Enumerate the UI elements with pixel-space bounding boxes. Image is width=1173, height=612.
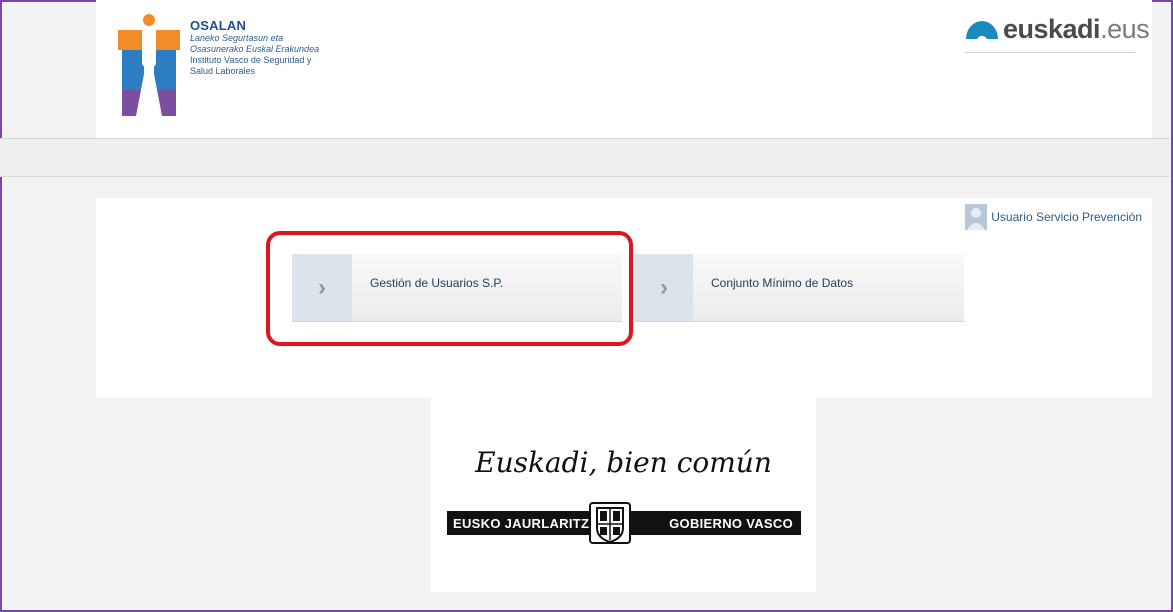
gobierno-vasco-banner: Euskadi, bien común EUSKO JAURLARITZA GO… xyxy=(431,398,816,592)
user-name: Usuario Servicio Prevención xyxy=(991,210,1142,224)
tile-arrow-box: › xyxy=(635,254,693,321)
menu-tile-conjunto-minimo-datos[interactable]: › Conjunto Mínimo de Datos xyxy=(635,254,964,322)
logo-title: OSALAN xyxy=(190,18,247,33)
logo-line: Salud Laborales xyxy=(190,66,256,76)
logo-line: Instituto Vasco de Seguridad y xyxy=(190,55,312,65)
coat-of-arms-icon xyxy=(589,502,631,544)
osalan-mark-icon xyxy=(118,14,180,116)
user-avatar-icon xyxy=(965,204,988,230)
euskadi-wordmark-suffix: .eus xyxy=(1100,14,1150,44)
osalan-logo[interactable]: OSALAN Laneko Segurtasun eta Osasunerako… xyxy=(118,14,348,124)
site-header: OSALAN Laneko Segurtasun eta Osasunerako… xyxy=(96,0,1152,138)
highlight-annotation xyxy=(266,231,633,346)
euskadi-arc-icon xyxy=(966,21,998,39)
menu-tile-label: Conjunto Mínimo de Datos xyxy=(711,276,854,290)
osalan-logo-text: OSALAN Laneko Segurtasun eta Osasunerako… xyxy=(190,18,319,77)
gov-name-spanish: GOBIERNO VASCO xyxy=(669,516,793,531)
chevron-right-icon: › xyxy=(660,273,668,301)
user-menu[interactable]: Usuario Servicio Prevención xyxy=(965,204,1142,230)
euskadi-wordmark: euskadi.eus xyxy=(1003,12,1150,46)
euskadi-wordmark-bold: euskadi xyxy=(1003,14,1101,44)
logo-line: Laneko Segurtasun eta xyxy=(190,33,284,43)
euskadi-portal-link[interactable]: euskadi.eus xyxy=(965,12,1150,53)
nav-strip xyxy=(0,139,1169,177)
gov-name-basque: EUSKO JAURLARITZA xyxy=(453,516,599,531)
logo-line: Osasunerako Euskal Erakundea xyxy=(190,44,320,54)
slogan: Euskadi, bien común xyxy=(475,446,772,479)
gov-bar: EUSKO JAURLARITZA GOBIERNO VASCO xyxy=(447,502,801,544)
